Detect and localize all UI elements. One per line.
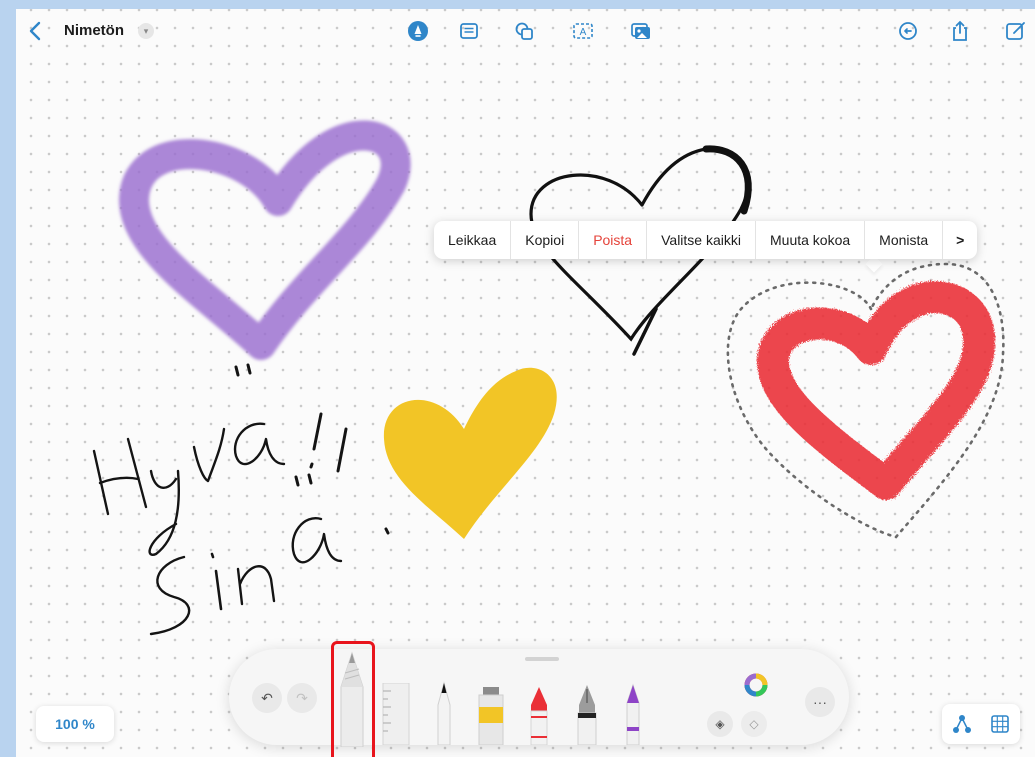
purple-heart-drawing[interactable] bbox=[118, 120, 411, 360]
layer-up-icon[interactable]: ◈ bbox=[707, 711, 733, 737]
tool-palette: ↶ ↷ ◈ ◇ ··· bbox=[229, 649, 849, 747]
menu-more-button[interactable]: > bbox=[943, 221, 977, 259]
connector-icon[interactable] bbox=[952, 714, 972, 734]
layer-down-icon[interactable]: ◇ bbox=[741, 711, 767, 737]
fineliner-tool[interactable] bbox=[432, 681, 456, 745]
bottom-right-controls bbox=[942, 704, 1020, 744]
board-canvas[interactable]: Nimetön ▾ A Leikkaa Kopioi Poista Valits… bbox=[16, 9, 1035, 757]
menu-item-delete[interactable]: Poista bbox=[579, 221, 648, 259]
pencil-highlight-box bbox=[331, 641, 375, 757]
red-heart-drawing[interactable] bbox=[757, 281, 996, 500]
menu-item-resize[interactable]: Muuta kokoa bbox=[756, 221, 866, 259]
handwriting[interactable] bbox=[92, 363, 390, 636]
color-wheel-icon[interactable] bbox=[744, 673, 768, 697]
zoom-level-button[interactable]: 100 % bbox=[36, 706, 114, 742]
palette-more-button[interactable]: ··· bbox=[805, 687, 835, 717]
menu-item-duplicate[interactable]: Monista bbox=[865, 221, 944, 259]
paint-tube-tool[interactable] bbox=[474, 687, 508, 745]
menu-item-cut[interactable]: Leikkaa bbox=[434, 221, 512, 259]
drawing-layer bbox=[92, 120, 1005, 636]
fountain-pen-tool[interactable] bbox=[574, 683, 600, 745]
context-menu: Leikkaa Kopioi Poista Valitse kaikki Muu… bbox=[434, 221, 978, 259]
marker-tool[interactable] bbox=[622, 683, 644, 745]
undo-icon[interactable]: ↶ bbox=[252, 683, 282, 713]
palette-grab-handle[interactable] bbox=[525, 657, 559, 661]
menu-item-copy[interactable]: Kopioi bbox=[511, 221, 580, 259]
menu-item-select-all[interactable]: Valitse kaikki bbox=[647, 221, 756, 259]
grid-icon[interactable] bbox=[990, 714, 1010, 734]
crayon-tool[interactable] bbox=[526, 685, 552, 745]
ruler-tool[interactable] bbox=[379, 683, 413, 745]
redo-icon[interactable]: ↷ bbox=[287, 683, 317, 713]
yellow-heart-drawing[interactable] bbox=[383, 367, 557, 539]
